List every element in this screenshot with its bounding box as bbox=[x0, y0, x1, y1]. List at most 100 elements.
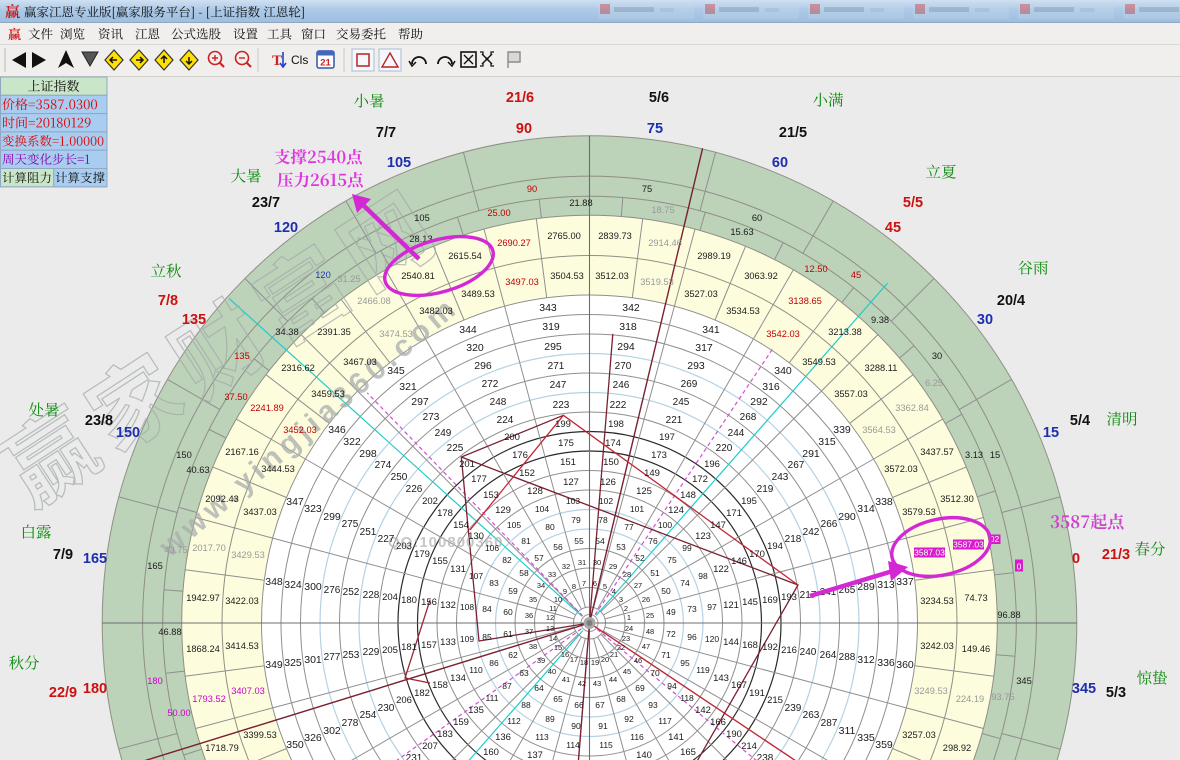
svg-text:230: 230 bbox=[378, 703, 395, 714]
svg-text:3519.53: 3519.53 bbox=[640, 277, 674, 287]
svg-text:75: 75 bbox=[647, 121, 663, 137]
svg-text:2167.16: 2167.16 bbox=[225, 447, 259, 457]
svg-text:267: 267 bbox=[788, 460, 805, 471]
svg-text:3474.53: 3474.53 bbox=[379, 329, 413, 339]
svg-text:245: 245 bbox=[673, 397, 690, 408]
svg-text:6.25: 6.25 bbox=[925, 378, 943, 388]
svg-text:55: 55 bbox=[574, 536, 584, 546]
svg-text:268: 268 bbox=[740, 412, 757, 423]
svg-text:41: 41 bbox=[562, 675, 570, 684]
svg-text:224.19: 224.19 bbox=[956, 694, 984, 704]
svg-text:196: 196 bbox=[704, 459, 720, 470]
svg-text:30: 30 bbox=[593, 558, 601, 567]
svg-text:104: 104 bbox=[535, 504, 549, 514]
svg-text:54: 54 bbox=[595, 536, 605, 546]
svg-text:129: 129 bbox=[495, 505, 511, 516]
svg-text:16: 16 bbox=[561, 650, 569, 659]
svg-text:348: 348 bbox=[265, 576, 283, 588]
svg-text:3467.03: 3467.03 bbox=[343, 357, 377, 367]
svg-text:165: 165 bbox=[147, 561, 163, 571]
svg-text:5/4: 5/4 bbox=[1070, 413, 1090, 429]
svg-text:3.13: 3.13 bbox=[965, 450, 983, 460]
svg-text:112: 112 bbox=[507, 716, 521, 726]
svg-text:272: 272 bbox=[482, 379, 499, 390]
svg-text:3504.53: 3504.53 bbox=[550, 271, 584, 281]
svg-text:144: 144 bbox=[723, 637, 739, 648]
svg-text:22: 22 bbox=[617, 643, 625, 652]
svg-text:7/8: 7/8 bbox=[158, 293, 178, 309]
svg-text:135: 135 bbox=[182, 312, 206, 328]
svg-text:8: 8 bbox=[572, 582, 576, 591]
svg-text:214: 214 bbox=[741, 741, 757, 752]
svg-text:175: 175 bbox=[558, 438, 574, 449]
svg-text:177: 177 bbox=[471, 474, 487, 485]
svg-text:85: 85 bbox=[482, 632, 492, 642]
svg-text:25.00: 25.00 bbox=[487, 208, 510, 218]
svg-text:180: 180 bbox=[83, 681, 107, 697]
svg-text:100: 100 bbox=[658, 520, 672, 530]
svg-text:2316.62: 2316.62 bbox=[281, 363, 315, 373]
svg-text:295: 295 bbox=[544, 341, 562, 353]
svg-text:59: 59 bbox=[508, 586, 518, 596]
svg-text:135: 135 bbox=[234, 351, 250, 361]
svg-text:13: 13 bbox=[546, 624, 554, 633]
svg-text:3242.03: 3242.03 bbox=[920, 641, 954, 651]
svg-text:119: 119 bbox=[696, 665, 710, 675]
svg-text:298.92: 298.92 bbox=[943, 743, 971, 753]
svg-text:270: 270 bbox=[615, 361, 632, 372]
svg-text:242: 242 bbox=[803, 527, 820, 538]
svg-text:105: 105 bbox=[507, 520, 521, 530]
svg-text:181: 181 bbox=[401, 642, 417, 653]
svg-text:81: 81 bbox=[521, 536, 531, 546]
svg-text:150: 150 bbox=[116, 425, 140, 441]
svg-text:122: 122 bbox=[713, 564, 729, 575]
svg-text:135: 135 bbox=[468, 705, 484, 716]
svg-text:117: 117 bbox=[658, 716, 672, 726]
svg-text:25: 25 bbox=[646, 611, 654, 620]
svg-text:180: 180 bbox=[401, 595, 417, 606]
svg-text:49: 49 bbox=[666, 607, 676, 617]
svg-text:96: 96 bbox=[687, 632, 697, 642]
svg-text:9.38: 9.38 bbox=[871, 315, 889, 325]
svg-text:0: 0 bbox=[1017, 561, 1022, 571]
svg-text:3564.53: 3564.53 bbox=[862, 425, 896, 435]
svg-text:136: 136 bbox=[495, 732, 511, 743]
svg-text:90: 90 bbox=[516, 121, 532, 137]
svg-text:60: 60 bbox=[503, 607, 513, 617]
svg-text:3587.03: 3587.03 bbox=[914, 547, 945, 557]
svg-text:301: 301 bbox=[304, 654, 322, 666]
svg-text:169: 169 bbox=[762, 595, 778, 606]
svg-text:10: 10 bbox=[554, 595, 562, 604]
svg-text:315: 315 bbox=[818, 436, 836, 448]
svg-text:153: 153 bbox=[483, 490, 499, 501]
svg-text:238: 238 bbox=[757, 753, 774, 760]
svg-text:63: 63 bbox=[519, 668, 529, 678]
svg-text:3572.03: 3572.03 bbox=[884, 464, 918, 474]
svg-text:318: 318 bbox=[619, 321, 637, 333]
svg-text:291: 291 bbox=[802, 448, 820, 460]
svg-text:72: 72 bbox=[666, 629, 676, 639]
svg-text:165: 165 bbox=[83, 551, 107, 567]
svg-text:56: 56 bbox=[553, 542, 563, 552]
svg-text:74: 74 bbox=[680, 578, 690, 588]
svg-text:127: 127 bbox=[563, 477, 579, 488]
svg-text:120: 120 bbox=[705, 634, 719, 644]
svg-text:224: 224 bbox=[497, 415, 514, 426]
svg-text:2: 2 bbox=[624, 604, 628, 613]
svg-text:105: 105 bbox=[414, 213, 430, 223]
svg-text:4: 4 bbox=[612, 587, 616, 596]
svg-text:3437.57: 3437.57 bbox=[920, 447, 954, 457]
svg-text:23/7: 23/7 bbox=[252, 195, 280, 211]
svg-text:240: 240 bbox=[800, 647, 817, 658]
svg-text:3213.38: 3213.38 bbox=[828, 327, 862, 337]
svg-text:15: 15 bbox=[990, 450, 1000, 460]
svg-text:114: 114 bbox=[566, 740, 580, 750]
svg-text:191: 191 bbox=[749, 688, 765, 699]
svg-text:339: 339 bbox=[833, 424, 851, 436]
svg-text:247: 247 bbox=[550, 380, 567, 391]
svg-text:202: 202 bbox=[422, 496, 438, 507]
svg-text:2765.00: 2765.00 bbox=[547, 231, 581, 241]
svg-text:293: 293 bbox=[687, 360, 705, 372]
svg-text:254: 254 bbox=[360, 710, 377, 721]
svg-text:51: 51 bbox=[650, 568, 660, 578]
